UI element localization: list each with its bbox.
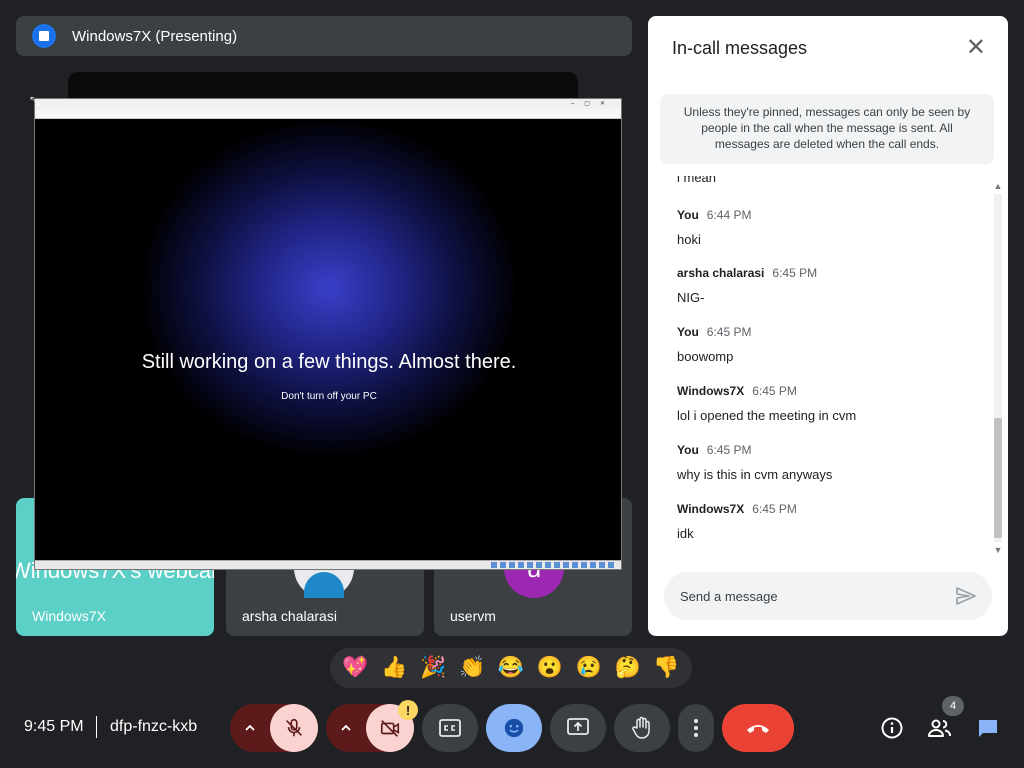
- update-submessage: Don't turn off your PC: [281, 391, 377, 402]
- present-screen-button[interactable]: [550, 704, 606, 752]
- presenting-title: Windows7X (Presenting): [72, 27, 238, 45]
- message-sender: arsha chalarasi: [677, 266, 765, 280]
- message-text: boowomp: [677, 349, 734, 364]
- camera-warning-badge: !: [398, 700, 418, 720]
- hang-up-icon: [747, 725, 769, 733]
- mic-toggle-button[interactable]: [270, 704, 318, 752]
- send-icon[interactable]: [954, 584, 978, 608]
- people-count-badge: 4: [942, 696, 964, 716]
- divider: [96, 716, 97, 738]
- scroll-down-icon[interactable]: ▼: [992, 544, 1004, 556]
- message-time: 6:44 PM: [706, 208, 752, 222]
- message-text: idk: [677, 526, 694, 541]
- chat-scrollbar[interactable]: ▲ ▼: [992, 180, 1004, 556]
- message-time: 6:45 PM: [772, 266, 818, 280]
- audio-settings-button[interactable]: [230, 704, 270, 752]
- message-text: lol i opened the meeting in cvm: [677, 408, 857, 423]
- sad-reaction-button[interactable]: 😢: [572, 651, 606, 685]
- vm-titlebar: –▢✕: [35, 99, 621, 109]
- thumbs-up-reaction-button[interactable]: 👍: [377, 651, 411, 685]
- update-message: Still working on a few things. Almost th…: [141, 351, 517, 373]
- list-item: Windows7X 6:45 PM idk: [677, 500, 977, 541]
- chat-icon: [979, 720, 997, 737]
- microphone-control: [230, 704, 318, 752]
- message-time: 6:45 PM: [706, 325, 752, 339]
- message-text: hoki: [677, 232, 701, 247]
- message-sender: Windows7X: [677, 384, 745, 398]
- message-input[interactable]: [664, 572, 992, 620]
- shared-screen-window: –▢✕ Still working on a few things. Almos…: [34, 98, 622, 570]
- presenting-bar[interactable]: Windows7X (Presenting): [16, 16, 632, 56]
- smiley-icon: [504, 718, 524, 738]
- more-vert-icon: [694, 719, 698, 737]
- camera-off-icon: [380, 720, 400, 737]
- vm-menubar: [35, 109, 621, 119]
- resize-icon[interactable]: ⤡: [30, 94, 40, 109]
- stop-presenting-icon: [32, 24, 56, 48]
- leave-call-button[interactable]: [722, 704, 794, 752]
- reactions-bar: 💖 👍 🎉 👏 😂 😮 😢 🤔 👎: [330, 648, 692, 688]
- mic-off-icon: [286, 718, 302, 737]
- thinking-reaction-button[interactable]: 🤔: [611, 651, 645, 685]
- chevron-up-icon: [341, 724, 351, 731]
- meeting-details-button[interactable]: [876, 712, 908, 744]
- people-icon: [928, 719, 951, 737]
- scroll-thumb[interactable]: [994, 418, 1002, 538]
- hand-icon: [632, 716, 650, 739]
- list-item: You 6:44 PM hoki: [677, 206, 977, 247]
- meeting-code[interactable]: dfp-fnzc-kxb: [110, 718, 197, 736]
- participant-name: arsha chalarasi: [242, 608, 337, 624]
- thumbs-down-reaction-button[interactable]: 👎: [649, 651, 683, 685]
- sparkling-heart-reaction-button[interactable]: 💖: [338, 651, 372, 685]
- list-item: Windows7X 6:45 PM lol i opened the meetin…: [677, 382, 977, 423]
- vm-statusbar: [35, 560, 621, 569]
- shared-screen-content: Still working on a few things. Almost th…: [37, 121, 621, 561]
- message-text: why is this in cvm anyways: [677, 467, 833, 482]
- message-sender: You: [677, 208, 699, 222]
- chat-button[interactable]: [972, 712, 1004, 744]
- message-list[interactable]: i mean You 6:44 PM hoki arsha chalarasi 6:…: [648, 176, 988, 556]
- present-screen-icon: [567, 718, 589, 735]
- participant-name: Windows7X: [32, 608, 106, 624]
- message-sender: Windows7X: [677, 502, 745, 516]
- laughing-reaction-button[interactable]: 😂: [494, 651, 528, 685]
- message-text: NIG-: [677, 290, 705, 305]
- chat-panel: In-call messages ✕ Unless they're pinned…: [648, 16, 1008, 636]
- message-sender: You: [677, 325, 699, 339]
- message-sender: You: [677, 443, 699, 457]
- message-time: 6:45 PM: [752, 384, 797, 398]
- scroll-up-icon[interactable]: ▲: [992, 180, 1004, 192]
- captions-button[interactable]: [422, 704, 478, 752]
- partial-message: i mean: [677, 176, 717, 185]
- list-item: arsha chalarasi 6:45 PM NIG-: [677, 264, 977, 305]
- list-item: You 6:45 PM why is this in cvm anyways: [677, 441, 977, 482]
- video-settings-button[interactable]: [326, 704, 366, 752]
- people-button[interactable]: [924, 712, 956, 744]
- message-time: 6:45 PM: [706, 443, 752, 457]
- surprised-reaction-button[interactable]: 😮: [533, 651, 567, 685]
- more-options-button[interactable]: [678, 704, 714, 752]
- chat-title: In-call messages: [672, 38, 808, 58]
- chat-notice: Unless they're pinned, messages can only…: [660, 94, 994, 164]
- meeting-time: 9:45 PM: [24, 718, 84, 735]
- message-time: 6:45 PM: [752, 502, 797, 516]
- participant-name: uservm: [450, 608, 496, 624]
- chevron-up-icon: [245, 724, 255, 731]
- close-icon[interactable]: ✕: [966, 34, 986, 62]
- clapping-reaction-button[interactable]: 👏: [455, 651, 489, 685]
- party-popper-reaction-button[interactable]: 🎉: [416, 651, 450, 685]
- send-reaction-button[interactable]: [486, 704, 542, 752]
- info-icon: [881, 717, 903, 739]
- raise-hand-button[interactable]: [614, 704, 670, 752]
- captions-icon: [439, 719, 461, 737]
- list-item: You 6:45 PM boowomp: [677, 323, 977, 364]
